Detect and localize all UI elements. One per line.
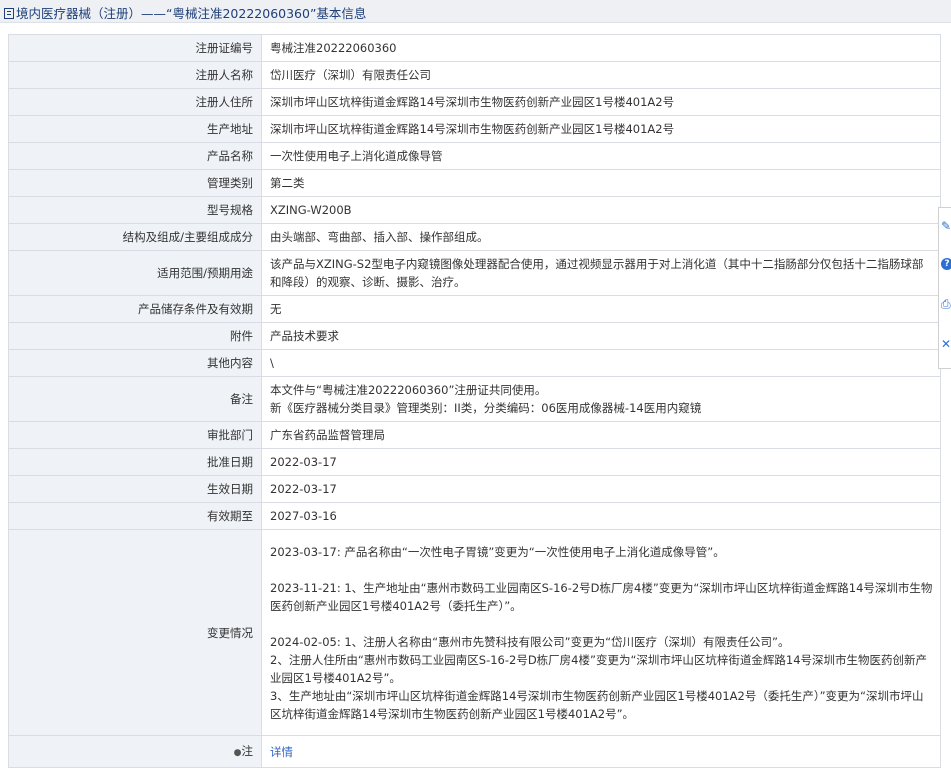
help-icon[interactable]: ? [941,258,951,270]
table-row: 其他内容 \ [8,349,941,377]
table-row: 备注 本文件与“粤械注准20222060360”注册证共同使用。新《医疗器械分类目… [8,376,941,422]
table-row: 附件 产品技术要求 [8,322,941,350]
table-row: 生效日期 2022-03-17 [8,475,941,503]
row-value: \ [261,349,941,377]
change-history: 2023-03-17: 产品名称由“一次性电子胃镜”变更为“一次性使用电子上消化… [261,529,941,736]
row-label: 附件 [8,322,262,350]
table-row: 注册人住所 深圳市坪山区坑梓街道金辉路14号深圳市生物医药创新产业园区1号楼401… [8,88,941,116]
title-bar: 境内医疗器械（注册）——“粤械注准20222060360”基本信息 [0,0,951,23]
change-entry: 2023-11-21: 1、生产地址由“惠州市数码工业园南区S-16-2号D栋厂… [270,580,933,613]
document-icon [4,8,14,19]
row-value: 广东省药品监督管理局 [261,421,941,449]
page-title-text: 境内医疗器械（注册）——“粤械注准20222060360”基本信息 [16,6,367,21]
row-value: 2022-03-17 [261,448,941,476]
row-label: 备注 [8,376,262,422]
table-row: 批准日期 2022-03-17 [8,448,941,476]
change-entry: 2024-02-05: 1、注册人名称由“惠州市先赞科技有限公司”变更为“岱川医… [270,634,928,721]
side-toolbar: ✎ ? ⎙ ✕ [938,207,951,369]
row-value: 2027-03-16 [261,502,941,530]
row-label: 注册人住所 [8,88,262,116]
row-label: 适用范围/预期用途 [8,250,262,296]
details-link[interactable]: 详情 [270,745,293,759]
table-row: 生产地址 深圳市坪山区坑梓街道金辉路14号深圳市生物医药创新产业园区1号楼401A… [8,115,941,143]
note-label: 注 [241,743,254,758]
table-row: 适用范围/预期用途 该产品与XZING-S2型电子内窥镜图像处理器配合使用，通过视… [8,250,941,296]
row-label: 注册证编号 [8,34,262,62]
row-label: 产品储存条件及有效期 [8,295,262,323]
row-label: 审批部门 [8,421,262,449]
pin-icon: ● [233,747,242,758]
remark-line: 新《医疗器械分类目录》管理类别：II类，分类编码：06医用成像器械-14医用内窥… [270,401,702,415]
print-icon[interactable]: ⎙ [941,298,951,310]
row-label: 产品名称 [8,142,262,170]
row-value: 无 [261,295,941,323]
row-label: 生效日期 [8,475,262,503]
row-value: 岱川医疗（深圳）有限责任公司 [261,61,941,89]
change-entry: 2023-03-17: 产品名称由“一次性电子胃镜”变更为“一次性使用电子上消化… [270,544,725,559]
row-label: 变更情况 [8,529,262,736]
page-title: 境内医疗器械（注册）——“粤械注准20222060360”基本信息 [4,3,366,22]
remark-line: 本文件与“粤械注准20222060360”注册证共同使用。 [270,383,547,397]
table-row: 变更情况 2023-03-17: 产品名称由“一次性电子胃镜”变更为“一次性使用… [8,529,941,736]
row-value: 粤械注准20222060360 [261,34,941,62]
table-row: 注册证编号 粤械注准20222060360 [8,34,941,62]
table-row: 产品名称 一次性使用电子上消化道成像导管 [8,142,941,170]
table-row: 管理类别 第二类 [8,169,941,197]
row-value: 一次性使用电子上消化道成像导管 [261,142,941,170]
row-value: 深圳市坪山区坑梓街道金辉路14号深圳市生物医药创新产业园区1号楼401A2号 [261,115,941,143]
row-label: 注册人名称 [8,61,262,89]
close-icon[interactable]: ✕ [941,338,951,350]
info-table: 注册证编号 粤械注准20222060360 注册人名称 岱川医疗（深圳）有限责任公司… [8,34,941,768]
table-row: 审批部门 广东省药品监督管理局 [8,421,941,449]
row-value: 第二类 [261,169,941,197]
table-row: 注册人名称 岱川医疗（深圳）有限责任公司 [8,61,941,89]
row-value: XZING-W200B [261,196,941,224]
row-value: 产品技术要求 [261,322,941,350]
table-row: 型号规格 XZING-W200B [8,196,941,224]
row-value: 2022-03-17 [261,475,941,503]
row-label: 结构及组成/主要组成成分 [8,223,262,251]
row-label: 型号规格 [8,196,262,224]
row-label: 其他内容 [8,349,262,377]
table-row: 产品储存条件及有效期无 [8,295,941,323]
row-label: ●注 [8,735,262,768]
row-value: 详情 [261,735,941,768]
row-label: 有效期至 [8,502,262,530]
row-value: 由头端部、弯曲部、插入部、操作部组成。 [261,223,941,251]
table-row: ●注 详情 [8,735,941,768]
row-label: 生产地址 [8,115,262,143]
row-label: 管理类别 [8,169,262,197]
table-row: 结构及组成/主要组成成分 由头端部、弯曲部、插入部、操作部组成。 [8,223,941,251]
row-label: 批准日期 [8,448,262,476]
table-row: 有效期至 2027-03-16 [8,502,941,530]
row-value: 深圳市坪山区坑梓街道金辉路14号深圳市生物医药创新产业园区1号楼401A2号 [261,88,941,116]
row-value: 该产品与XZING-S2型电子内窥镜图像处理器配合使用，通过视频显示器用于对上消… [261,250,941,296]
row-value: 本文件与“粤械注准20222060360”注册证共同使用。新《医疗器械分类目录》… [261,376,941,422]
edit-icon[interactable]: ✎ [941,220,951,232]
